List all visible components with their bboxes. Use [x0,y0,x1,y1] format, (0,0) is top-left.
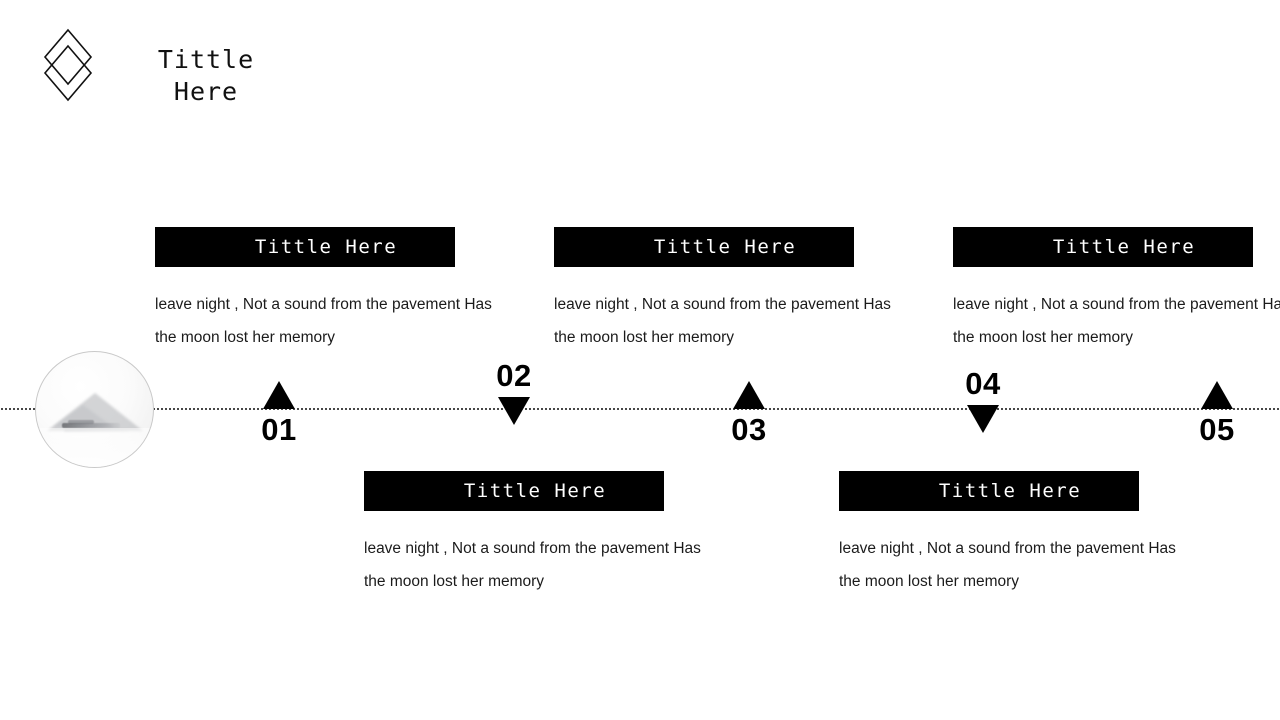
triangle-up-icon [263,381,295,409]
content-block-label: Tittle Here [364,471,664,511]
marker-number: 01 [261,412,297,447]
timeline-marker-04[interactable]: 04 [938,367,1028,433]
triangle-down-icon [967,405,999,433]
timeline-marker-03[interactable]: 03 [704,381,794,447]
content-block-body: leave night , Not a sound from the pavem… [554,296,891,346]
globe-sphere-image [35,351,154,468]
marker-number: 04 [965,366,1001,401]
timeline-marker-01[interactable]: 01 [234,381,324,447]
double-diamond-logo-icon [42,26,94,104]
content-block-03: Tittle Here leave night , Not a sound fr… [554,227,891,354]
content-block-body: leave night , Not a sound from the pavem… [364,540,701,590]
content-block-02: Tittle Here leave night , Not a sound fr… [364,471,701,598]
timeline-dotted-axis [0,408,1280,410]
content-block-label: Tittle Here [554,227,854,267]
content-block-01: Tittle Here leave night , Not a sound fr… [155,227,492,354]
content-block-label: Tittle Here [839,471,1139,511]
content-block-body: leave night , Not a sound from the pavem… [953,296,1280,346]
content-block-05: Tittle Here leave night , Not a sound fr… [953,227,1280,354]
triangle-up-icon [1201,381,1233,409]
content-block-04: Tittle Here leave night , Not a sound fr… [839,471,1176,598]
page-title: Tittle Here [157,45,255,106]
slide-canvas: Tittle Here 01 02 03 04 05 Tittle Here l… [0,0,1280,720]
content-block-label: Tittle Here [155,227,455,267]
triangle-down-icon [498,397,530,425]
content-block-body: leave night , Not a sound from the pavem… [839,540,1176,590]
content-block-label: Tittle Here [953,227,1253,267]
timeline-marker-05[interactable]: 05 [1172,381,1262,447]
marker-number: 02 [496,358,532,393]
globe-scene [36,352,153,467]
triangle-up-icon [733,381,765,409]
marker-number: 05 [1199,412,1235,447]
content-block-body: leave night , Not a sound from the pavem… [155,296,492,346]
marker-number: 03 [731,412,767,447]
timeline-marker-02[interactable]: 02 [469,359,559,425]
haze-overlay [36,427,153,467]
